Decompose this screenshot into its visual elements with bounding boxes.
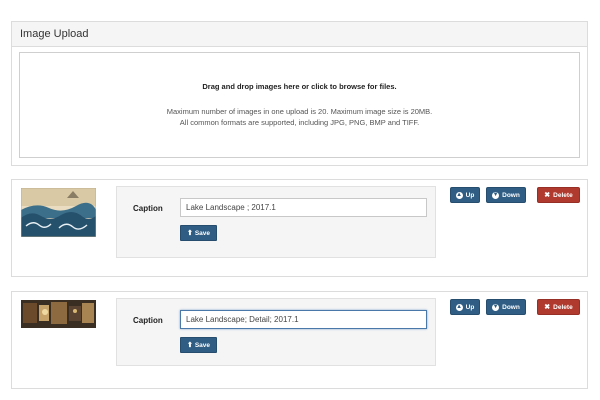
move-up-button[interactable]: ▲ Up	[450, 187, 480, 203]
arrow-up-circle-icon: ▲	[455, 303, 463, 311]
dropzone-title: Drag and drop images here or click to br…	[202, 82, 397, 91]
delete-button[interactable]: ✖ Delete	[537, 187, 580, 203]
arrow-down-circle-icon: ▼	[492, 303, 500, 311]
arrow-up-circle-icon: ▲	[455, 191, 463, 199]
caption-label: Caption	[133, 204, 163, 213]
image-thumbnail	[21, 300, 96, 328]
caption-input[interactable]	[180, 310, 427, 329]
dropzone-formats-text: All common formats are supported, includ…	[179, 118, 420, 127]
image-item: Caption ⬆ Save ▲ Up ▼ Down ✖ Delete	[11, 291, 588, 389]
panel-title: Image Upload	[12, 22, 587, 47]
upload-icon: ⬆	[186, 341, 193, 349]
delete-label: Delete	[553, 303, 573, 311]
close-icon: ✖	[544, 303, 551, 311]
dropzone-limit-text: Maximum number of images in one upload i…	[166, 107, 433, 116]
move-down-button[interactable]: ▼ Down	[486, 187, 526, 203]
delete-button[interactable]: ✖ Delete	[537, 299, 580, 315]
move-down-label: Down	[502, 303, 520, 311]
image-thumbnail	[21, 188, 96, 237]
move-up-button[interactable]: ▲ Up	[450, 299, 480, 315]
close-icon: ✖	[544, 191, 551, 199]
image-upload-panel: Image Upload Drag and drop images here o…	[11, 21, 588, 166]
arrow-down-circle-icon: ▼	[492, 191, 500, 199]
delete-label: Delete	[553, 191, 573, 199]
caption-box: Caption ⬆ Save	[116, 186, 436, 258]
move-up-label: Up	[465, 303, 475, 311]
upload-icon: ⬆	[186, 229, 193, 237]
caption-box: Caption ⬆ Save	[116, 298, 436, 366]
image-item: Caption ⬆ Save ▲ Up ▼ Down ✖ Delete	[11, 179, 588, 277]
save-button-label: Save	[194, 229, 211, 237]
dropzone[interactable]: Drag and drop images here or click to br…	[19, 52, 580, 158]
move-down-label: Down	[502, 191, 520, 199]
save-button[interactable]: ⬆ Save	[180, 225, 217, 241]
caption-label: Caption	[133, 316, 163, 325]
caption-input[interactable]	[180, 198, 427, 217]
save-button-label: Save	[194, 341, 211, 349]
move-down-button[interactable]: ▼ Down	[486, 299, 526, 315]
move-up-label: Up	[465, 191, 475, 199]
save-button[interactable]: ⬆ Save	[180, 337, 217, 353]
